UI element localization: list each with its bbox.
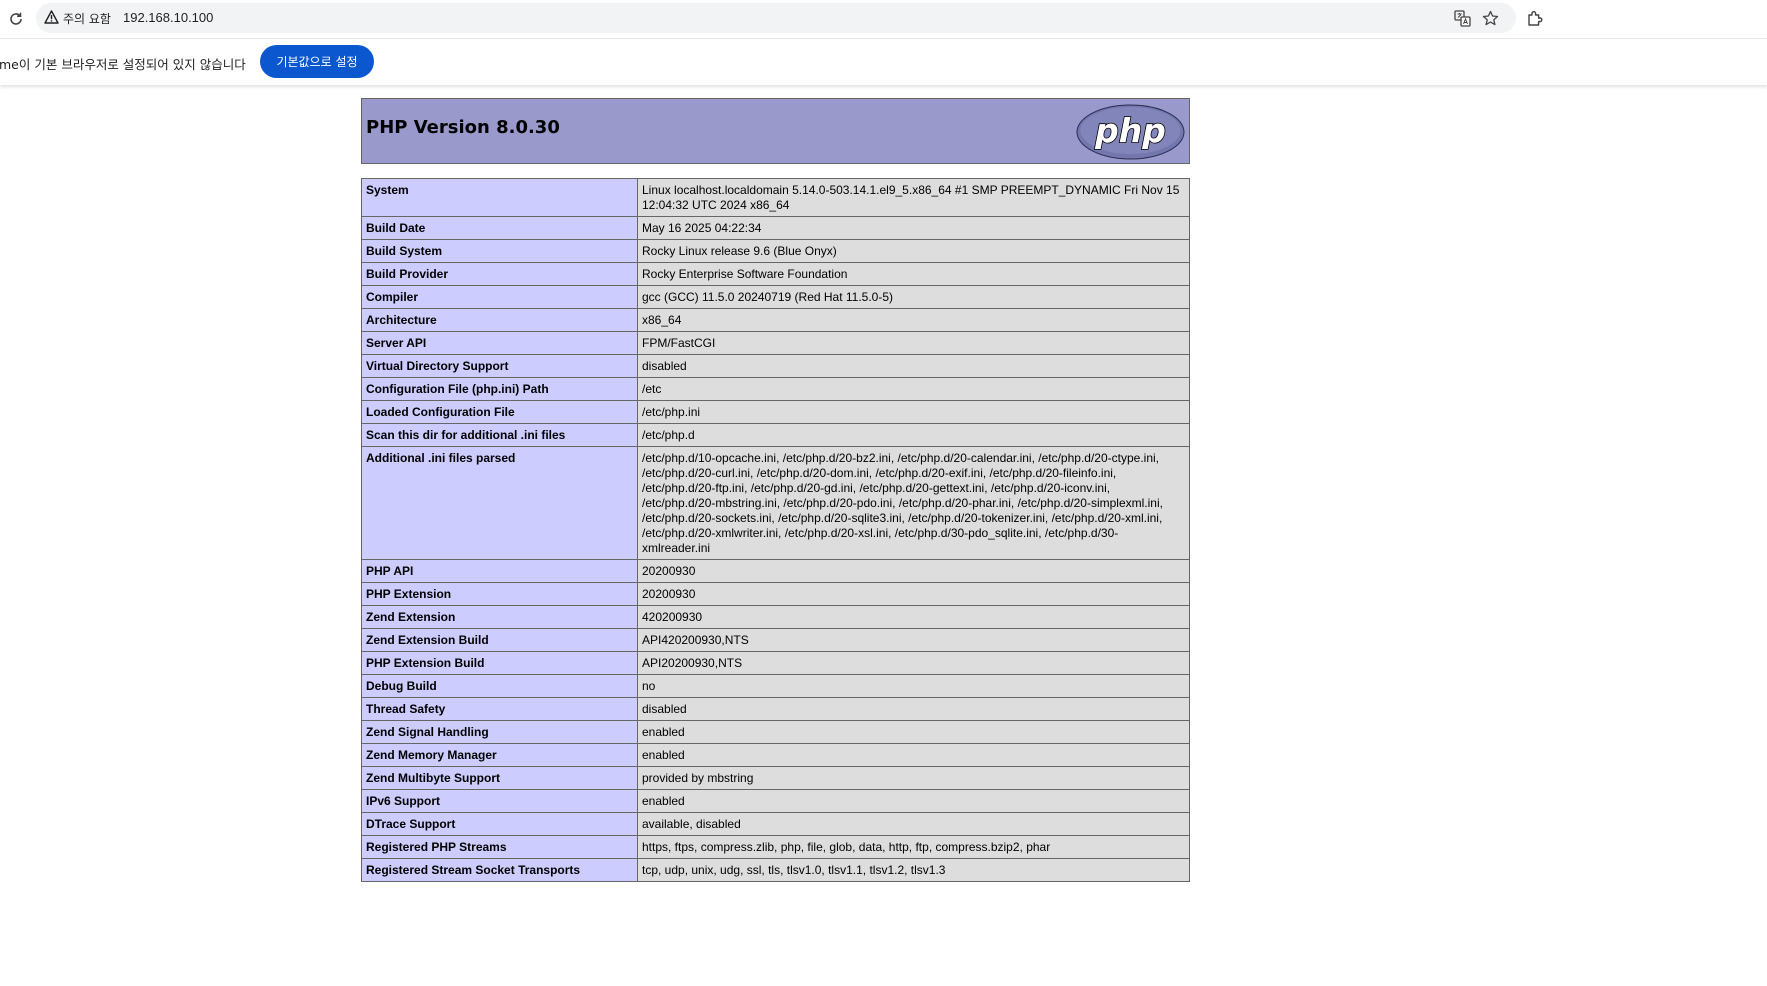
row-key: Compiler xyxy=(361,285,638,309)
reload-icon[interactable] xyxy=(6,9,26,29)
row-key: PHP Extension Build xyxy=(361,651,638,675)
row-value: FPM/FastCGI xyxy=(637,331,1190,355)
table-row: PHP Extension Build API20200930,NTS xyxy=(361,651,1190,675)
table-row: Build Provider Rocky Enterprise Software … xyxy=(361,262,1190,286)
table-row: Build System Rocky Linux release 9.6 (Blu… xyxy=(361,239,1190,263)
row-key: System xyxy=(361,178,638,217)
table-row: Zend Multibyte Support provided by mbstri… xyxy=(361,766,1190,790)
table-row: Debug Build no xyxy=(361,674,1190,698)
row-value: Linux localhost.localdomain 5.14.0-503.1… xyxy=(637,178,1190,217)
table-row: Build Date May 16 2025 04:22:34 xyxy=(361,216,1190,240)
table-row: Architecture x86_64 xyxy=(361,308,1190,332)
page-title: PHP Version 8.0.30 xyxy=(366,117,560,138)
row-value: tcp, udp, unix, udg, ssl, tls, tlsv1.0, … xyxy=(637,858,1190,882)
php-logo-text: php xyxy=(1094,111,1166,150)
row-value: enabled xyxy=(637,720,1190,744)
table-row: Server API FPM/FastCGI xyxy=(361,331,1190,355)
row-key: Zend Multibyte Support xyxy=(361,766,638,790)
table-row: Zend Signal Handling enabled xyxy=(361,720,1190,744)
row-key: Zend Memory Manager xyxy=(361,743,638,767)
row-value: disabled xyxy=(637,354,1190,378)
php-version-header: PHP Version 8.0.30 php xyxy=(361,98,1190,164)
table-row: PHP Extension 20200930 xyxy=(361,582,1190,606)
default-browser-infobar: me이 기본 브라우저로 설정되어 있지 않습니다 기본값으로 설정 xyxy=(0,38,1767,85)
row-key: Zend Extension xyxy=(361,605,638,629)
table-row: Thread Safety disabled xyxy=(361,697,1190,721)
row-value: enabled xyxy=(637,789,1190,813)
table-row: Additional .ini files parsed/etc/php.d/1… xyxy=(361,446,1190,560)
extensions-icon[interactable] xyxy=(1524,8,1546,30)
table-row: Configuration File (php.ini) Path/etc xyxy=(361,377,1190,401)
row-key: PHP API xyxy=(361,559,638,583)
row-key: Build Date xyxy=(361,216,638,240)
table-row: Registered Stream Socket Transports tcp, … xyxy=(361,858,1190,882)
phpinfo-content: PHP Version 8.0.30 php System Linux local… xyxy=(361,98,1190,882)
row-key: Registered Stream Socket Transports xyxy=(361,858,638,882)
row-value: disabled xyxy=(637,697,1190,721)
row-key: Registered PHP Streams xyxy=(361,835,638,859)
table-row: DTrace Support available, disabled xyxy=(361,812,1190,836)
star-icon[interactable] xyxy=(1480,8,1500,28)
row-key: Zend Signal Handling xyxy=(361,720,638,744)
table-row: IPv6 Support enabled xyxy=(361,789,1190,813)
row-value: API420200930,NTS xyxy=(637,628,1190,652)
row-value: 420200930 xyxy=(637,605,1190,629)
row-key: Build Provider xyxy=(361,262,638,286)
table-row: Loaded Configuration File/etc/php.ini xyxy=(361,400,1190,424)
table-row: Zend Extension 420200930 xyxy=(361,605,1190,629)
row-value: enabled xyxy=(637,743,1190,767)
row-key: Additional .ini files parsed xyxy=(361,446,638,560)
table-row: Scan this dir for additional .ini files /… xyxy=(361,423,1190,447)
table-row: Compiler gcc (GCC) 11.5.0 20240719 (Red H… xyxy=(361,285,1190,309)
warning-icon xyxy=(44,9,59,27)
table-row: Virtual Directory Support disabled xyxy=(361,354,1190,378)
address-bar[interactable]: 주의 요함 192.168.10.100 xyxy=(36,3,1516,33)
row-key: Debug Build xyxy=(361,674,638,698)
row-value: gcc (GCC) 11.5.0 20240719 (Red Hat 11.5.… xyxy=(637,285,1190,309)
row-value: API20200930,NTS xyxy=(637,651,1190,675)
row-key: Zend Extension Build xyxy=(361,628,638,652)
url-text[interactable]: 192.168.10.100 xyxy=(123,10,213,25)
row-key: PHP Extension xyxy=(361,582,638,606)
row-key: Build System xyxy=(361,239,638,263)
row-key: Virtual Directory Support xyxy=(361,354,638,378)
row-key: Architecture xyxy=(361,308,638,332)
table-row: Zend Memory Manager enabled xyxy=(361,743,1190,767)
row-value: provided by mbstring xyxy=(637,766,1190,790)
row-value: May 16 2025 04:22:34 xyxy=(637,216,1190,240)
row-key: IPv6 Support xyxy=(361,789,638,813)
translate-icon[interactable] xyxy=(1452,8,1472,28)
row-value: Rocky Enterprise Software Foundation xyxy=(637,262,1190,286)
row-value: x86_64 xyxy=(637,308,1190,332)
table-row: PHP API 20200930 xyxy=(361,559,1190,583)
row-key: Loaded Configuration File xyxy=(361,400,638,424)
row-value: /etc xyxy=(637,377,1190,401)
row-value: /etc/php.d xyxy=(637,423,1190,447)
php-logo-icon[interactable]: php xyxy=(1076,104,1185,160)
row-value: 20200930 xyxy=(637,582,1190,606)
table-row: Zend Extension Build API420200930,NTS xyxy=(361,628,1190,652)
row-value: /etc/php.d/10-opcache.ini, /etc/php.d/20… xyxy=(637,446,1190,560)
row-key: Server API xyxy=(361,331,638,355)
row-value: /etc/php.ini xyxy=(637,400,1190,424)
row-value: no xyxy=(637,674,1190,698)
table-row: System Linux localhost.localdomain 5.14.0… xyxy=(361,178,1190,217)
row-value: 20200930 xyxy=(637,559,1190,583)
php-info-table: System Linux localhost.localdomain 5.14.0… xyxy=(361,178,1190,882)
browser-toolbar: 주의 요함 192.168.10.100 xyxy=(0,0,1767,38)
infobar-message: me이 기본 브라우저로 설정되어 있지 않습니다 xyxy=(0,57,246,72)
security-chip[interactable]: 주의 요함 xyxy=(44,8,111,28)
row-key: Configuration File (php.ini) Path xyxy=(361,377,638,401)
row-value: available, disabled xyxy=(637,812,1190,836)
row-key: Scan this dir for additional .ini files xyxy=(361,423,638,447)
table-row: Registered PHP Streams https, ftps, compr… xyxy=(361,835,1190,859)
row-key: Thread Safety xyxy=(361,697,638,721)
row-value: Rocky Linux release 9.6 (Blue Onyx) xyxy=(637,239,1190,263)
row-value: https, ftps, compress.zlib, php, file, g… xyxy=(637,835,1190,859)
set-default-button[interactable]: 기본값으로 설정 xyxy=(260,45,374,78)
security-label: 주의 요함 xyxy=(63,11,111,26)
row-key: DTrace Support xyxy=(361,812,638,836)
